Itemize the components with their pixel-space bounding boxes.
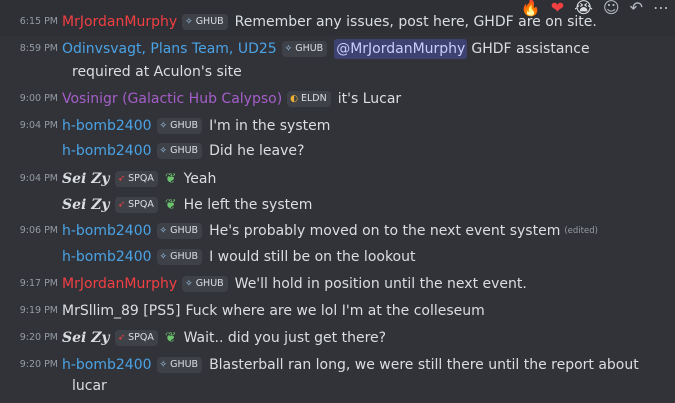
author-name[interactable]: Vosinigr (Galactic Hub Calypso)	[62, 89, 282, 109]
guild-tag[interactable]: ✧ GHUB	[281, 41, 328, 57]
tag-label: ELDN	[301, 93, 327, 104]
message-text: Did he leave?	[209, 143, 305, 159]
tag-label: GHUB	[170, 251, 199, 262]
message-text: GHDF assistance	[471, 41, 590, 57]
ghub-tag-icon: ✧	[159, 121, 168, 131]
ghub-tag-icon: ✧	[159, 226, 168, 236]
author-name[interactable]: Odinvsvagt, Plans Team, UD25	[62, 39, 277, 59]
timestamp: 9:04 PM	[19, 120, 58, 131]
tag-label: GHUB	[170, 145, 199, 156]
spqa-tag-icon: ➶	[117, 333, 126, 343]
spqa-tag-icon: ➶	[117, 200, 126, 210]
timestamp: 9:06 PM	[19, 225, 58, 236]
role-icon: ❦	[164, 197, 177, 213]
role-icon: ❦	[164, 171, 177, 187]
ghub-tag-icon: ✧	[159, 252, 168, 262]
timestamp: 9:04 PM	[19, 173, 58, 184]
author-name[interactable]: h-bomb2400	[62, 247, 152, 267]
message-text: He's probably moved on to the next event…	[209, 223, 561, 239]
author-name[interactable]: h-bomb2400	[62, 141, 152, 161]
message-row: 8:59 PM Odinvsvagt, Plans Team, UD25 ✧ GH…	[0, 39, 675, 59]
message-row: 9:04 PM Sei Zy ➶ SPQA ❦ Yeah	[0, 169, 675, 189]
message-row: 9:20 PM h-bomb2400 ✧ GHUB Blasterball ran…	[0, 355, 675, 375]
guild-tag[interactable]: ✧ GHUB	[156, 143, 203, 159]
guild-tag[interactable]: ✧ GHUB	[182, 276, 228, 292]
author-name[interactable]: h-bomb2400	[62, 355, 152, 375]
author-name[interactable]: h-bomb2400	[62, 116, 152, 136]
message-text-continued: lucar	[72, 378, 107, 394]
role-icon: ❦	[164, 330, 177, 346]
ghub-tag-icon: ✧	[185, 17, 193, 27]
message-text: Remember any issues, post here, GHDF are…	[234, 14, 597, 30]
timestamp: 9:17 PM	[19, 278, 58, 289]
author-name[interactable]: MrSllim_89 [PS5]	[62, 301, 180, 321]
timestamp: 9:20 PM	[19, 332, 58, 343]
author-name[interactable]: MrJordanMurphy	[62, 12, 177, 32]
guild-tag[interactable]: ➶ SPQA	[114, 330, 158, 346]
guild-tag[interactable]: ➶ SPQA	[114, 171, 158, 187]
message-text: it's Lucar	[337, 91, 402, 107]
author-name[interactable]: h-bomb2400	[62, 221, 152, 241]
author-name[interactable]: Sei Zy	[62, 328, 110, 348]
message-row: 9:06 PM h-bomb2400 ✧ GHUB He's probably m…	[0, 221, 675, 241]
timestamp: 9:00 PM	[19, 93, 58, 104]
chat-log: 🔥 ❤ 😭 ☺ ↶ ⋯ 6:15 PM MrJordanMurphy ✧ GHUB…	[0, 0, 675, 403]
message-text: Fuck where are we lol I'm at the collese…	[185, 303, 485, 319]
message-text: We'll hold in position until the next ev…	[234, 276, 527, 292]
guild-tag[interactable]: ✧ GHUB	[156, 357, 203, 373]
message-row: 9:04 PM h-bomb2400 ✧ GHUB I'm in the syst…	[0, 116, 675, 136]
ghub-tag-icon: ✧	[185, 279, 193, 289]
message-text-continued: required at Aculon's site	[72, 64, 242, 80]
message-text: Blasterball ran long, we were still ther…	[209, 357, 639, 373]
tag-label: SPQA	[128, 332, 154, 343]
spqa-tag-icon: ➶	[117, 174, 126, 184]
message-row: Sei Zy ➶ SPQA ❦ He left the system	[0, 195, 675, 215]
message-row: 9:20 PM Sei Zy ➶ SPQA ❦ Wait.. did you ju…	[0, 328, 675, 348]
tag-label: GHUB	[170, 359, 199, 370]
tag-label: GHUB	[170, 225, 199, 236]
author-name[interactable]: Sei Zy	[62, 195, 110, 215]
message-row: 6:15 PM MrJordanMurphy ✧ GHUB Remember an…	[0, 12, 675, 32]
tag-label: GHUB	[295, 43, 324, 54]
message-text: I'm in the system	[209, 118, 331, 134]
guild-tag[interactable]: ◐ ELDN	[287, 91, 331, 107]
author-name[interactable]: Sei Zy	[62, 169, 110, 189]
message-text: Yeah	[183, 171, 217, 187]
message-row: 9:00 PM Vosinigr (Galactic Hub Calypso) …	[0, 89, 675, 109]
author-name[interactable]: MrJordanMurphy	[62, 274, 177, 294]
message-row: 9:17 PM MrJordanMurphy ✧ GHUB We'll hold …	[0, 274, 675, 294]
message-text: I would still be on the lookout	[209, 249, 416, 265]
eldn-tag-icon: ◐	[290, 94, 299, 104]
guild-tag[interactable]: ➶ SPQA	[114, 197, 158, 213]
message-text: Wait.. did you just get there?	[183, 330, 387, 346]
ghub-tag-icon: ✧	[284, 44, 293, 54]
guild-tag[interactable]: ✧ GHUB	[156, 249, 203, 265]
tag-label: GHUB	[195, 16, 224, 27]
timestamp: 8:59 PM	[19, 43, 58, 54]
tag-label: SPQA	[128, 173, 154, 184]
tag-label: GHUB	[195, 278, 224, 289]
guild-tag[interactable]: ✧ GHUB	[156, 223, 203, 239]
message-row: h-bomb2400 ✧ GHUB Did he leave?	[0, 141, 675, 161]
timestamp: 6:15 PM	[19, 16, 58, 27]
tag-label: SPQA	[128, 199, 154, 210]
ghub-tag-icon: ✧	[159, 360, 168, 370]
message-text: He left the system	[183, 197, 313, 213]
guild-tag[interactable]: ✧ GHUB	[156, 118, 203, 134]
guild-tag[interactable]: ✧ GHUB	[182, 14, 228, 30]
timestamp: 9:20 PM	[19, 359, 58, 370]
message-row: h-bomb2400 ✧ GHUB I would still be on the…	[0, 247, 675, 267]
timestamp: 9:19 PM	[19, 305, 58, 316]
user-mention[interactable]: @MrJordanMurphy	[334, 39, 468, 59]
edited-label: (edited)	[564, 226, 598, 236]
tag-label: GHUB	[170, 120, 199, 131]
message-row: 9:19 PM MrSllim_89 [PS5] Fuck where are …	[0, 301, 675, 321]
ghub-tag-icon: ✧	[159, 146, 168, 156]
